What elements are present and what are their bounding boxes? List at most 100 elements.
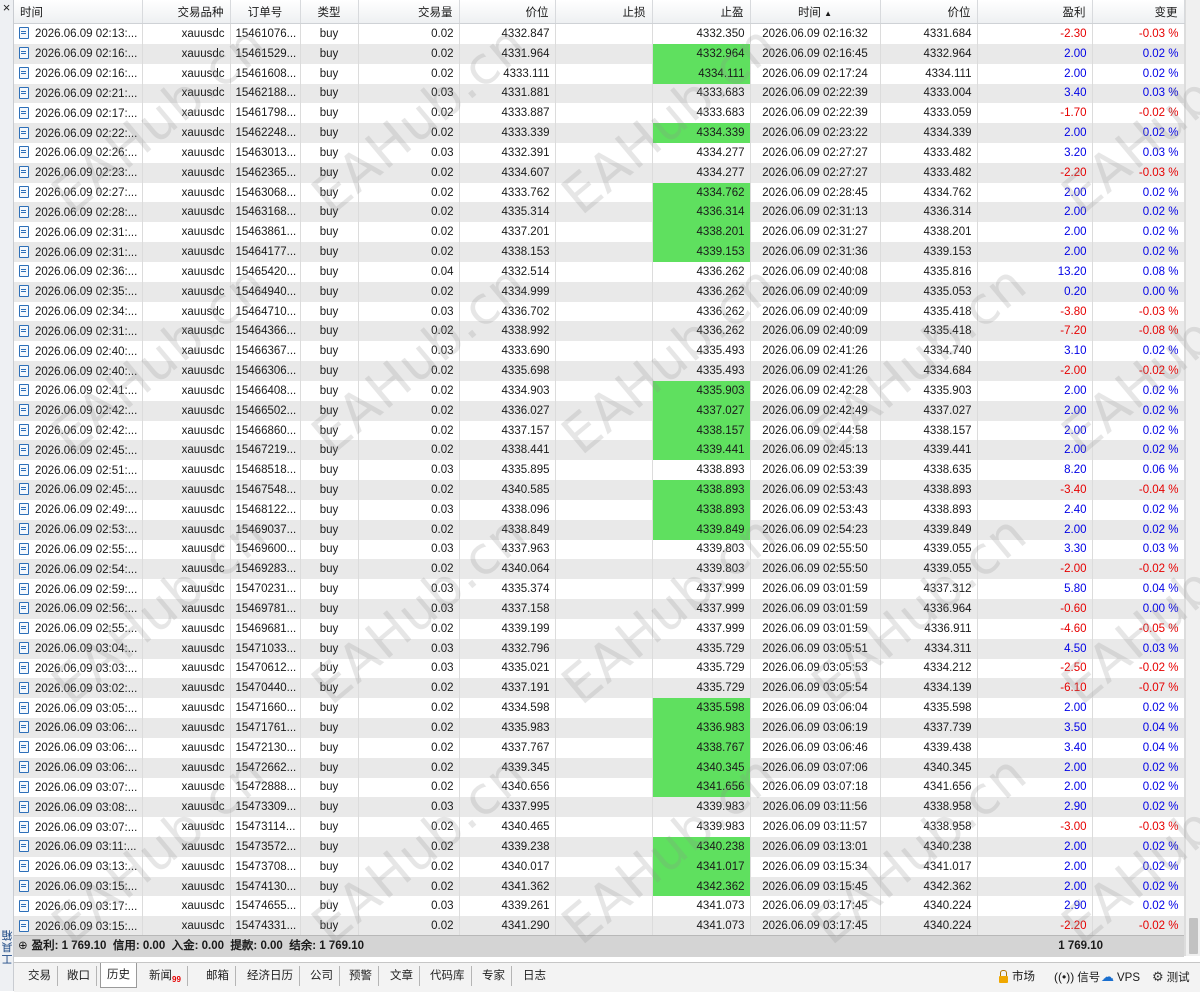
table-row[interactable]: 2026.06.09 02:49:... xauusdc 15468122... bu… [14, 499, 1185, 520]
table-row[interactable]: 2026.06.09 02:26:... xauusdc 15463013... bu… [14, 143, 1185, 163]
table-row[interactable]: 2026.06.09 02:22:... xauusdc 15462248... bu… [14, 123, 1185, 143]
close-icon[interactable]: × [0, 1, 13, 15]
col-header-symbol[interactable]: 交易品种 [142, 0, 231, 24]
cell-open-price: 4337.767 [459, 737, 556, 758]
table-row[interactable]: 2026.06.09 02:31:... xauusdc 15464366... bu… [14, 321, 1185, 342]
table-row[interactable]: 2026.06.09 02:59:... xauusdc 15470231... bu… [14, 579, 1185, 600]
vertical-scrollbar[interactable] [1185, 0, 1200, 956]
table-row[interactable]: 2026.06.09 02:23:... xauusdc 15462365... bu… [14, 162, 1185, 183]
cell-open-price: 4332.514 [459, 261, 556, 282]
table-row[interactable]: 2026.06.09 03:05:... xauusdc 15471660... bu… [14, 698, 1185, 719]
vps-button[interactable]: ☁ VPS [1101, 968, 1140, 986]
table-row[interactable]: 2026.06.09 02:31:... xauusdc 15463861... bu… [14, 222, 1185, 243]
col-header-change[interactable]: 变更 [1092, 0, 1185, 24]
expand-icon[interactable]: ⊕ [18, 940, 28, 952]
header-row: 时间 交易品种 订单号 类型 交易量 价位 止损 止盈 时间 ▲ 价位 盈利 变… [14, 0, 1185, 24]
cell-take-profit: 4335.598 [652, 698, 751, 719]
table-row[interactable]: 2026.06.09 03:15:... xauusdc 15474331... bu… [14, 916, 1185, 937]
table-row[interactable]: 2026.06.09 02:16:... xauusdc 15461529... bu… [14, 43, 1185, 64]
tab-codebase[interactable]: 代码库 [424, 966, 472, 986]
cell-symbol: xauusdc [142, 123, 231, 143]
table-row[interactable]: 2026.06.09 02:17:... xauusdc 15461798... bu… [14, 103, 1185, 124]
table-row[interactable]: 2026.06.09 02:16:... xauusdc 15461608... bu… [14, 63, 1185, 84]
table-row[interactable]: 2026.06.09 03:13:... xauusdc 15473708... bu… [14, 856, 1185, 877]
tab-mailbox[interactable]: 邮箱 [200, 966, 236, 986]
table-row[interactable]: 2026.06.09 02:36:... xauusdc 15465420... bu… [14, 261, 1185, 282]
col-header-type[interactable]: 类型 [300, 0, 359, 24]
signals-button[interactable]: ((•)) 信号 [1054, 968, 1100, 986]
tab-economic-calendar[interactable]: 经济日历 [241, 966, 300, 986]
cell-change: 0.02 % [1092, 856, 1185, 877]
cell-order: 15473708... [230, 856, 301, 877]
table-row[interactable]: 2026.06.09 03:07:... xauusdc 15472888... bu… [14, 777, 1185, 798]
col-header-volume[interactable]: 交易量 [358, 0, 460, 24]
cell-type: buy [300, 301, 359, 322]
summary-text: 盈利: 1 769.10 信用: 0.00 入金: 0.00 提款: 0.00 … [31, 940, 364, 952]
scrollbar-thumb[interactable] [1189, 918, 1198, 954]
cell-close-time: 2026.06.09 02:31:27 [750, 222, 881, 243]
cell-open-time: 2026.06.09 03:07:... [14, 777, 143, 798]
table-row[interactable]: 2026.06.09 02:53:... xauusdc 15469037... bu… [14, 519, 1185, 540]
table-row[interactable]: 2026.06.09 03:07:... xauusdc 15473114... bu… [14, 817, 1185, 837]
table-row[interactable]: 2026.06.09 02:56:... xauusdc 15469781... bu… [14, 599, 1185, 619]
table-row[interactable]: 2026.06.09 02:51:... xauusdc 15468518... bu… [14, 460, 1185, 481]
cell-order: 15463013... [230, 143, 301, 163]
tab-trade[interactable]: 交易 [22, 966, 58, 986]
table-row[interactable]: 2026.06.09 03:04:... xauusdc 15471033... bu… [14, 638, 1185, 659]
table-row[interactable]: 2026.06.09 02:31:... xauusdc 15464177... bu… [14, 242, 1185, 262]
table-row[interactable]: 2026.06.09 03:06:... xauusdc 15472662... bu… [14, 757, 1185, 778]
col-header-take-profit[interactable]: 止盈 [652, 0, 751, 24]
table-row[interactable]: 2026.06.09 02:40:... xauusdc 15466367... bu… [14, 341, 1185, 362]
tab-history[interactable]: 历史 [100, 963, 137, 988]
table-row[interactable]: 2026.06.09 02:42:... xauusdc 15466860... bu… [14, 420, 1185, 441]
tab-journal[interactable]: 日志 [517, 966, 552, 986]
cell-symbol: xauusdc [142, 658, 231, 679]
tab-exposure[interactable]: 敞口 [61, 966, 97, 986]
table-row[interactable]: 2026.06.09 03:02:... xauusdc 15470440... bu… [14, 678, 1185, 699]
table-row[interactable]: 2026.06.09 03:11:... xauusdc 15473572... bu… [14, 836, 1185, 857]
col-header-order[interactable]: 订单号 [230, 0, 301, 24]
col-header-stop-loss[interactable]: 止损 [555, 0, 653, 24]
table-row[interactable]: 2026.06.09 03:03:... xauusdc 15470612... bu… [14, 658, 1185, 679]
col-header-close-price[interactable]: 价位 [880, 0, 978, 24]
tester-button[interactable]: ⚙ 测试 [1152, 968, 1190, 986]
market-button[interactable]: 市场 [999, 968, 1035, 986]
table-row[interactable]: 2026.06.09 02:13:... xauusdc 15461076... bu… [14, 23, 1185, 44]
table-row[interactable]: 2026.06.09 02:54:... xauusdc 15469283... bu… [14, 559, 1185, 580]
tab-experts[interactable]: 专家 [476, 966, 512, 986]
cell-symbol: xauusdc [142, 797, 231, 818]
col-header-open-time[interactable]: 时间 [14, 0, 143, 24]
table-row[interactable]: 2026.06.09 02:42:... xauusdc 15466502... bu… [14, 400, 1185, 421]
tab-news[interactable]: 新闻99 [143, 966, 188, 986]
cell-open-price: 4337.201 [459, 222, 556, 243]
table-row[interactable]: 2026.06.09 02:41:... xauusdc 15466408... bu… [14, 380, 1185, 401]
table-row[interactable]: 2026.06.09 02:21:... xauusdc 15462188... bu… [14, 83, 1185, 104]
table-row[interactable]: 2026.06.09 02:27:... xauusdc 15463068... bu… [14, 182, 1185, 203]
table-row[interactable]: 2026.06.09 02:40:... xauusdc 15466306... bu… [14, 361, 1185, 381]
table-row[interactable]: 2026.06.09 03:06:... xauusdc 15472130... bu… [14, 737, 1185, 758]
cell-open-time: 2026.06.09 02:35:... [14, 281, 143, 302]
open-time-text: 2026.06.09 02:21:... [35, 87, 138, 100]
cell-symbol: xauusdc [142, 817, 231, 837]
tab-alerts[interactable]: 预警 [343, 966, 379, 986]
tab-articles[interactable]: 文章 [384, 966, 420, 986]
table-row[interactable]: 2026.06.09 02:34:... xauusdc 15464710... bu… [14, 301, 1185, 322]
cell-volume: 0.03 [358, 896, 460, 917]
table-row[interactable]: 2026.06.09 02:28:... xauusdc 15463168... bu… [14, 202, 1185, 223]
cell-profit: 2.40 [977, 499, 1093, 520]
tab-company[interactable]: 公司 [304, 966, 340, 986]
col-header-close-time[interactable]: 时间 ▲ [750, 0, 881, 24]
order-document-icon [19, 840, 29, 853]
cell-take-profit: 4334.277 [652, 143, 751, 163]
table-row[interactable]: 2026.06.09 02:45:... xauusdc 15467219... bu… [14, 440, 1185, 461]
col-header-profit[interactable]: 盈利 [977, 0, 1093, 24]
table-row[interactable]: 2026.06.09 03:17:... xauusdc 15474655... bu… [14, 896, 1185, 917]
table-row[interactable]: 2026.06.09 02:55:... xauusdc 15469600... bu… [14, 539, 1185, 560]
table-row[interactable]: 2026.06.09 03:08:... xauusdc 15473309... bu… [14, 797, 1185, 818]
table-row[interactable]: 2026.06.09 03:06:... xauusdc 15471761... bu… [14, 718, 1185, 738]
table-row[interactable]: 2026.06.09 02:45:... xauusdc 15467548... bu… [14, 480, 1185, 500]
col-header-open-price[interactable]: 价位 [459, 0, 556, 24]
table-row[interactable]: 2026.06.09 02:35:... xauusdc 15464940... bu… [14, 281, 1185, 302]
table-row[interactable]: 2026.06.09 02:55:... xauusdc 15469681... bu… [14, 618, 1185, 639]
table-row[interactable]: 2026.06.09 03:15:... xauusdc 15474130... bu… [14, 876, 1185, 897]
